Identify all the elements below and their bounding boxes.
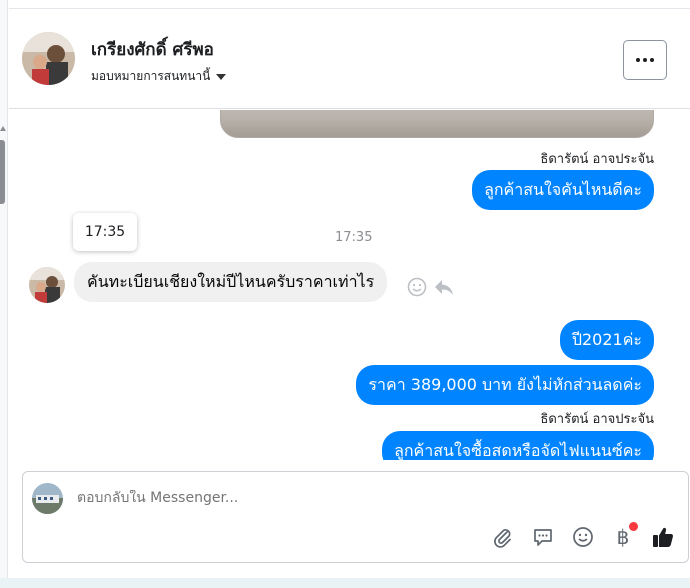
scroll-up-arrow[interactable] [0,126,6,131]
outgoing-message[interactable]: ราคา 389,000 บาท ยังไม่หักส่วนลดค่ะ [356,365,654,405]
more-horizontal-icon-dot [643,58,647,62]
reply-icon[interactable] [433,277,455,301]
thumbs-up-icon[interactable] [650,524,676,550]
reply-composer: ฿ [22,471,689,563]
contact-avatar[interactable] [22,32,75,85]
more-horizontal-icon-dot [650,58,654,62]
thread-timestamp: 17:35 [335,230,373,245]
more-options-button[interactable] [623,40,667,80]
composer-toolbar: ฿ [490,522,676,550]
outgoing-message[interactable]: ลูกค้าสนใจคันไหนดีคะ [472,170,654,210]
outgoing-message[interactable]: ปี2021ค่ะ [559,320,654,360]
react-smiley-icon[interactable] [407,277,427,301]
outgoing-message[interactable]: ลูกค้าสนใจซื้อสดหรือจัดไฟแนนซ์คะ [382,431,654,460]
time-tooltip: 17:35 [73,213,137,251]
baht-glyph: ฿ [616,525,630,549]
notification-dot [629,522,638,531]
reply-input[interactable] [77,490,637,506]
chat-bubble-icon[interactable] [530,524,556,550]
assign-label: มอบหมายการสนทนานี้ [91,69,211,83]
contact-name[interactable]: เกรียงศักดิ์ ศรีพอ [91,36,214,63]
more-horizontal-icon [636,58,640,62]
scrollbar-thumb[interactable] [0,140,5,204]
caret-down-icon [216,73,227,80]
paperclip-icon[interactable] [490,524,516,550]
bottom-strip [0,578,690,588]
sender-label: ธิดารัตน์ อาจประจัน [540,412,654,427]
assign-conversation-dropdown[interactable]: มอบหมายการสนทนานี้ [91,67,227,86]
sender-label: ธิดารัตน์ อาจประจัน [540,152,654,167]
message-actions [407,277,455,301]
baht-icon[interactable]: ฿ [610,522,638,550]
incoming-message[interactable]: คันทะเบียนเชียงใหม่ปีไหนครับราคาเท่าไร [74,262,388,302]
page-avatar [32,483,63,514]
smiley-icon[interactable] [570,524,596,550]
left-gutter [0,0,8,588]
contact-avatar-small [29,267,65,303]
image-attachment[interactable] [220,110,654,138]
conversation-panel: เกรียงศักดิ์ ศรีพอ มอบหมายการสนทนานี้ ธิ… [9,8,690,578]
message-thread[interactable]: ธิดารัตน์ อาจประจัน ลูกค้าสนใจคันไหนดีคะ… [9,110,690,460]
conversation-header: เกรียงศักดิ์ ศรีพอ มอบหมายการสนทนานี้ [9,9,690,109]
